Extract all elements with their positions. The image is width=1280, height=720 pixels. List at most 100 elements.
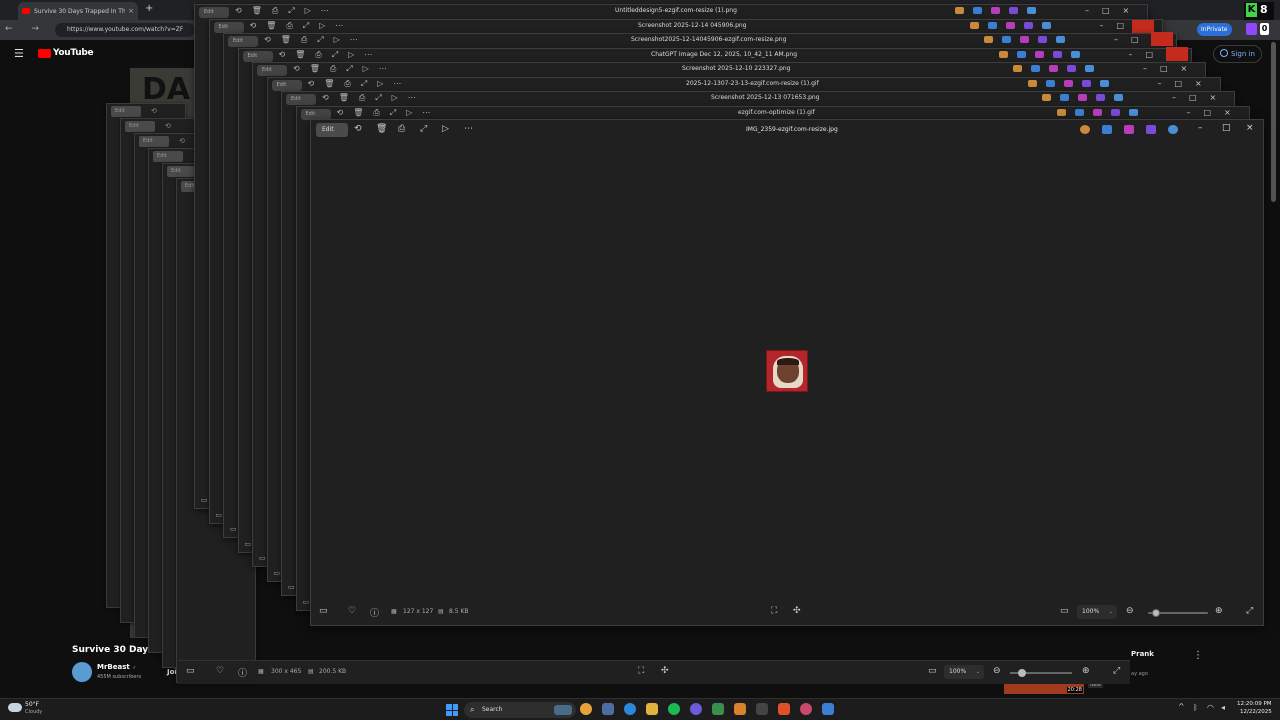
app-icon[interactable] — [1056, 36, 1065, 43]
filmstrip-icon[interactable]: ▭ — [245, 540, 252, 548]
app-icon[interactable] — [712, 703, 724, 715]
close-button-hover[interactable] — [1151, 32, 1173, 46]
fullscreen-icon[interactable]: ⤢ — [1246, 606, 1253, 616]
spotify-icon[interactable] — [668, 703, 680, 715]
zoom-select[interactable]: 100% ⌄ — [944, 665, 984, 679]
app-icon[interactable] — [1078, 94, 1087, 101]
window-controls[interactable]: –□× — [1143, 64, 1200, 73]
discord-icon[interactable] — [690, 703, 702, 715]
app-icon[interactable] — [1052, 50, 1062, 58]
toolbar-icons[interactable]: ⟲🗑⎙⤢▷⋯ — [308, 79, 412, 89]
app-icon[interactable] — [1023, 21, 1033, 29]
app-icon[interactable] — [1099, 79, 1109, 87]
favorite-icon[interactable]: ♡ — [348, 606, 356, 616]
clipchamp-icon[interactable] — [1124, 125, 1134, 134]
toolbar-icons[interactable]: ⟲🗑⎙⤢▷⋯ — [337, 108, 441, 118]
youtube-logo[interactable]: YouTube — [38, 48, 94, 58]
menu-icon[interactable]: ☰ — [14, 47, 24, 60]
edge-app-icon[interactable] — [1080, 125, 1090, 134]
tray-overflow-icon[interactable]: ^ — [1178, 702, 1185, 711]
weather-condition[interactable]: Cloudy — [25, 709, 42, 715]
edit-button[interactable]: Edit — [257, 65, 287, 76]
edit-button[interactable]: Edit — [242, 50, 273, 62]
twitch-extension-badge[interactable]: 0 — [1244, 22, 1274, 38]
rotate-icon[interactable]: ⟲ — [165, 122, 171, 130]
app-icon[interactable] — [987, 21, 997, 29]
wifi-icon[interactable]: ◠ — [1207, 703, 1214, 712]
rotate-icon[interactable]: ⟲ — [354, 124, 362, 134]
app-icon[interactable] — [1128, 108, 1138, 116]
print-icon[interactable]: ⎙ — [398, 124, 405, 134]
app-icon[interactable] — [1114, 94, 1123, 101]
app-icon[interactable] — [1085, 65, 1094, 72]
app-icon[interactable] — [973, 7, 982, 14]
designer-icon[interactable] — [1146, 125, 1156, 134]
app-icon[interactable] — [1042, 94, 1051, 101]
clock-date[interactable]: 12/22/2025 — [1240, 709, 1272, 715]
app-icon[interactable] — [1009, 7, 1018, 14]
edit-button[interactable]: Edit — [316, 123, 348, 137]
window-controls[interactable]: –□× — [1085, 6, 1142, 15]
app-icon[interactable] — [1045, 79, 1055, 87]
toolbar-icons[interactable]: ⟲🗑⎙⤢▷⋯ — [322, 93, 426, 103]
window-controls[interactable]: –□× — [1158, 79, 1215, 88]
filmstrip-icon[interactable]: ▭ — [201, 496, 208, 504]
app-icon[interactable] — [1005, 21, 1015, 29]
app-icon[interactable] — [1110, 108, 1120, 116]
photos-app-icon[interactable] — [1102, 125, 1112, 134]
crop-icon[interactable]: ⛶ — [638, 666, 644, 676]
app-icon[interactable] — [1096, 94, 1105, 101]
app-icon[interactable] — [1049, 65, 1058, 72]
visual-search-icon[interactable]: ✣ — [661, 666, 669, 676]
filmstrip-icon[interactable]: ▭ — [259, 554, 266, 562]
start-button[interactable] — [446, 704, 458, 716]
edit-button[interactable]: Edit — [125, 121, 155, 132]
fit-icon[interactable]: ▭ — [1060, 606, 1069, 616]
zoom-out-icon[interactable]: ⊖ — [993, 666, 1001, 676]
more-options-icon[interactable]: ⋯ — [464, 124, 473, 134]
browser-tab[interactable]: Survive 30 Days Trapped In The Sky × — [18, 2, 138, 20]
app-icon[interactable] — [1027, 7, 1036, 14]
zoom-out-icon[interactable]: ⊖ — [1126, 606, 1134, 616]
cloud-icon[interactable] — [8, 703, 22, 712]
app-icon[interactable] — [1031, 65, 1040, 72]
toolbar-icons[interactable]: ⟲🗑⎙⤢▷⋯ — [264, 35, 368, 45]
app-icon[interactable] — [1038, 36, 1047, 43]
edit-button[interactable]: Edit — [213, 21, 244, 33]
favorite-icon[interactable]: ♡ — [216, 666, 224, 676]
filmstrip-icon[interactable]: ▭ — [216, 511, 223, 519]
weather-temperature[interactable]: 50°F — [25, 701, 39, 708]
filmstrip-icon[interactable]: ▭ — [230, 525, 237, 533]
rotate-icon[interactable]: ⟲ — [179, 137, 185, 145]
channel-avatar[interactable] — [72, 662, 92, 682]
app-icon[interactable] — [1002, 36, 1011, 43]
page-scrollbar[interactable] — [1271, 42, 1276, 202]
app-icon[interactable] — [1016, 50, 1026, 58]
edit-button[interactable]: Edit — [139, 136, 169, 147]
minimize-button[interactable]: – — [1198, 123, 1203, 133]
photos-icon[interactable] — [822, 703, 834, 715]
chrome-icon[interactable] — [580, 703, 592, 715]
edit-button[interactable]: Edit — [300, 108, 331, 120]
fit-icon[interactable]: ▭ — [928, 666, 937, 676]
close-button[interactable]: × — [1246, 123, 1254, 133]
toolbar-icons[interactable]: ⟲🗑⎙⤢▷⋯ — [250, 21, 354, 31]
edit-button[interactable]: Edit — [286, 94, 316, 105]
app-icon[interactable] — [1020, 36, 1029, 43]
toolbar-icons[interactable]: ⟲🗑⎙⤢▷⋯ — [235, 6, 339, 16]
inprivate-badge[interactable]: InPrivate — [1197, 23, 1232, 36]
recommended-video-title[interactable]: Prank — [1131, 650, 1154, 658]
fullscreen-icon[interactable]: ⤢ — [1113, 666, 1120, 676]
app-icon[interactable] — [1027, 79, 1037, 87]
app-icon[interactable] — [1070, 50, 1080, 58]
url-input[interactable]: https://www.youtube.com/watch?v=ZF — [55, 23, 195, 37]
visual-search-icon[interactable]: ✣ — [793, 606, 801, 616]
edit-button[interactable]: Edit — [153, 151, 183, 162]
app-icon[interactable] — [1074, 108, 1084, 116]
filmstrip-icon[interactable]: ▭ — [274, 569, 281, 577]
filmstrip-icon[interactable]: ▭ — [288, 583, 295, 591]
channel-name[interactable]: MrBeast ✓ — [97, 663, 136, 671]
toolbar-icons[interactable]: ⟲🗑⎙⤢▷⋯ — [279, 50, 383, 60]
share-icon[interactable]: ⤢ — [420, 124, 427, 134]
app-icon[interactable] — [1060, 94, 1069, 101]
